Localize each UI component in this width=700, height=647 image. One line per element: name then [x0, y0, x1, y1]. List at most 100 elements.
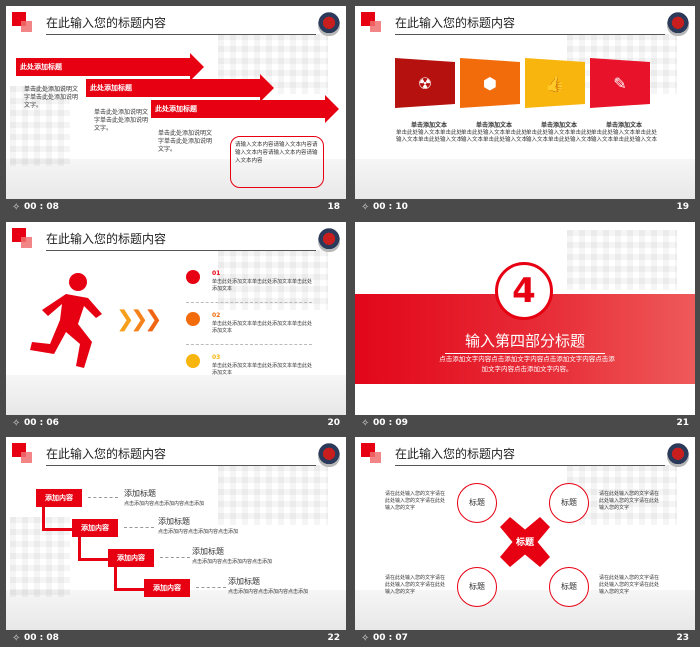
slide-canvas: 在此输入您的标题内容 ❯ ❯ ❯ 01 单击此处添加文本单击此处添加文本单击此处…	[6, 222, 346, 415]
slide-title: 在此输入您的标题内容	[46, 232, 167, 246]
document-icon	[186, 270, 200, 284]
connector-arrow	[114, 567, 147, 591]
card-text: 单击此处输入文本单击此处输入文本单击此处输入文本	[525, 130, 592, 143]
slide-canvas: 4 输入第四部分标题 点击添加文字内容点击添加文字内容点击添加文字内容点击添加文…	[355, 222, 695, 415]
arrow-banner: 此处添加标题	[16, 53, 204, 81]
slide-footer: ✧ 00 : 10 19	[355, 199, 695, 216]
slide-number: 19	[676, 202, 689, 212]
side-text: 请在此处输入您的文字请在此处输入您的文字请在此处输入您的文字	[385, 491, 446, 511]
slide-footer: ✧ 00 : 08 18	[6, 199, 346, 216]
card-caption: 单击添加文本	[605, 122, 642, 129]
transition-icon: ✧	[361, 202, 370, 213]
step-text: 点击添加内容点击添加内容点击添加	[158, 529, 239, 535]
description-text: 单击此处添加说明文字单击此处添加说明文字。	[24, 86, 79, 109]
emblem-logo	[667, 443, 689, 467]
pencil-icon: ✎	[613, 73, 627, 93]
ring-label: 标题	[549, 483, 589, 523]
step-heading: 添加标题	[124, 489, 156, 498]
slide-timing: 00 : 08	[24, 202, 59, 212]
slide-number: 23	[676, 633, 689, 643]
slide-thumbnail-19[interactable]: 在此输入您的标题内容 ☢ 单击添加文本 单击此处输入文本单击此处输入文本单击此处…	[355, 6, 695, 216]
item-number: 02	[212, 312, 221, 319]
feature-card: ✎ 单击添加文本 单击此处输入文本单击此处输入文本单击此处输入文本	[590, 58, 657, 143]
item-text: 单击此处添加文本单击此处添加文本单击此处添加文本	[212, 279, 313, 292]
item-number: 01	[212, 270, 221, 277]
slide-number: 22	[327, 633, 340, 643]
connector-arrow	[42, 507, 75, 531]
emblem-logo	[318, 12, 340, 36]
item-text: 单击此处添加文本单击此处添加文本单击此处添加文本	[212, 363, 313, 376]
side-text: 请在此处输入您的文字请在此处输入您的文字请在此处输入您的文字	[599, 491, 660, 511]
slide-thumbnail-21[interactable]: 4 输入第四部分标题 点击添加文字内容点击添加文字内容点击添加文字内容点击添加文…	[355, 222, 695, 432]
section-title: 输入第四部分标题	[445, 330, 605, 354]
card-text: 单击此处输入文本单击此处输入文本单击此处输入文本	[460, 130, 527, 143]
step-text: 点击添加内容点击添加内容点击添加	[192, 559, 273, 565]
feature-card: ⬢ 单击添加文本 单击此处输入文本单击此处输入文本单击此处输入文本	[460, 58, 527, 143]
connector-arrow	[78, 537, 111, 561]
slide-canvas: 在此输入您的标题内容 ☢ 单击添加文本 单击此处输入文本单击此处输入文本单击此处…	[355, 6, 695, 199]
section-number: 4	[495, 262, 553, 320]
card-caption: 单击添加文本	[410, 122, 447, 129]
running-man-icon	[30, 273, 102, 368]
slide-canvas: 在此输入您的标题内容 添加内容 添加内容 添加内容 添加内容 添加标题 点击添加…	[6, 437, 346, 630]
slide-number: 21	[676, 418, 689, 428]
card-text: 单击此处输入文本单击此处输入文本单击此处输入文本	[395, 130, 462, 143]
center-label: 标题	[515, 538, 534, 548]
radiation-icon: ☢	[417, 73, 433, 93]
note-box: 请输入文本内容请输入文本内容请输入文本内容请输入文本内容请输入文本内容	[230, 136, 324, 188]
item-text: 单击此处添加文本单击此处添加文本单击此处添加文本	[212, 321, 313, 334]
side-text: 请在此处输入您的文字请在此处输入您的文字请在此处输入您的文字	[385, 575, 446, 595]
slide-thumbnail-18[interactable]: 在此输入您的标题内容 此处添加标题 此处添加标题 此处添加标题 单击此处添加说明…	[6, 6, 346, 216]
slide-title: 在此输入您的标题内容	[46, 447, 167, 461]
step-heading: 添加标题	[158, 517, 190, 526]
feature-card: 👍 单击添加文本 单击此处输入文本单击此处输入文本单击此处输入文本	[525, 58, 592, 143]
step-button: 添加内容	[144, 579, 190, 597]
slide-footer: ✧ 00 : 06 20	[6, 415, 346, 432]
transition-icon: ✧	[12, 633, 21, 644]
ring-label: 标题	[457, 567, 497, 607]
slide-thumbnail-22[interactable]: 在此输入您的标题内容 添加内容 添加内容 添加内容 添加内容 添加标题 点击添加…	[6, 437, 346, 647]
step-button: 添加内容	[108, 549, 154, 567]
slide-thumbnail-20[interactable]: 在此输入您的标题内容 ❯ ❯ ❯ 01 单击此处添加文本单击此处添加文本单击此处…	[6, 222, 346, 432]
card-caption: 单击添加文本	[475, 122, 512, 129]
slide-header: 在此输入您的标题内容	[12, 443, 342, 469]
thumbs-up-icon: 👍	[545, 73, 565, 93]
card-caption: 单击添加文本	[540, 122, 577, 129]
chevron-arrows-icon: ❯ ❯ ❯	[116, 307, 163, 332]
bicycle-icon	[186, 312, 200, 326]
slide-title: 在此输入您的标题内容	[46, 16, 167, 30]
section-text: 点击添加文字内容点击添加文字内容点击添加文字内容点击添加文字内容点击添加文字内容…	[439, 355, 615, 373]
slide-header: 在此输入您的标题内容	[12, 12, 342, 38]
slide-timing: 00 : 06	[24, 418, 59, 428]
slide-header: 在此输入您的标题内容	[361, 443, 691, 469]
slide-footer: ✧ 00 : 07 23	[355, 630, 695, 647]
slide-number: 18	[327, 202, 340, 212]
cup-icon	[186, 354, 200, 368]
ring-label: 标题	[549, 567, 589, 607]
step-button: 添加内容	[36, 489, 82, 507]
card-text: 单击此处输入文本单击此处输入文本单击此处输入文本	[590, 130, 657, 143]
description-text: 单击此处添加说明文字单击此处添加说明文字。	[158, 130, 213, 153]
transition-icon: ✧	[12, 202, 21, 213]
slide-timing: 00 : 08	[24, 633, 59, 643]
step-text: 点击添加内容点击添加内容点击添加	[228, 589, 309, 595]
slide-title: 在此输入您的标题内容	[395, 16, 516, 30]
emblem-logo	[667, 12, 689, 36]
arrow-banner: 此处添加标题	[86, 74, 274, 102]
slide-header: 在此输入您的标题内容	[12, 228, 342, 254]
slide-number: 20	[327, 418, 340, 428]
step-button: 添加内容	[72, 519, 118, 537]
step-text: 点击添加内容点击添加内容点击添加	[124, 501, 205, 507]
emblem-logo	[318, 443, 340, 467]
item-list: 01 单击此处添加文本单击此处添加文本单击此处添加文本 02 单击此处添加文本单…	[186, 270, 312, 400]
slide-footer: ✧ 00 : 08 22	[6, 630, 346, 647]
slide-canvas: 在此输入您的标题内容 此处添加标题 此处添加标题 此处添加标题 单击此处添加说明…	[6, 6, 346, 199]
slide-title: 在此输入您的标题内容	[395, 447, 516, 461]
slide-footer: ✧ 00 : 09 21	[355, 415, 695, 432]
slide-timing: 00 : 09	[373, 418, 408, 428]
transition-icon: ✧	[361, 633, 370, 644]
slide-thumbnail-23[interactable]: 在此输入您的标题内容 标题 标题 标题 标题 标题 请在此处输入您的文字请在此处…	[355, 437, 695, 647]
arrow-banner: 此处添加标题	[151, 95, 339, 123]
description-text: 单击此处添加说明文字单击此处添加说明文字。	[94, 109, 149, 132]
emblem-logo	[318, 228, 340, 252]
